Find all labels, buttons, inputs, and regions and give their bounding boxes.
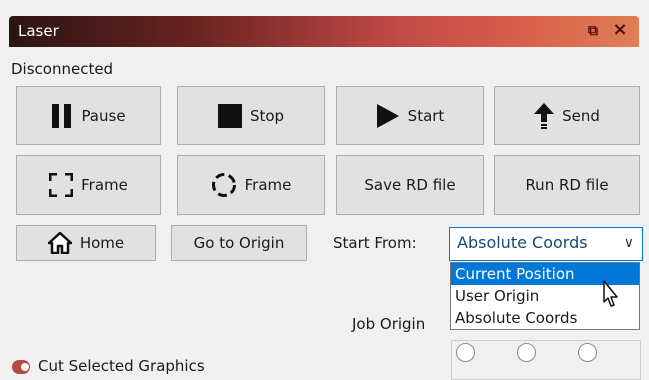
go-to-origin-button[interactable]: Go to Origin	[171, 225, 307, 261]
start-from-label: Start From:	[333, 234, 417, 252]
frame-circle-icon	[211, 173, 236, 197]
upload-arrow-icon	[534, 102, 555, 129]
send-label: Send	[562, 106, 600, 125]
home-button[interactable]: Home	[16, 225, 156, 261]
connection-status: Disconnected	[11, 60, 114, 78]
frame-circle-button[interactable]: Frame	[177, 155, 325, 215]
start-button[interactable]: Start	[336, 86, 484, 145]
panel-title: Laser	[18, 22, 59, 40]
float-window-icon[interactable]: ⧉	[585, 23, 601, 39]
mouse-pointer-icon	[603, 280, 618, 307]
start-label: Start	[407, 106, 445, 125]
panel-titlebar[interactable]: Laser ⧉ ×	[9, 16, 639, 47]
job-origin-group	[451, 340, 641, 380]
frame-circle-label: Frame	[244, 176, 292, 194]
stop-button[interactable]: Stop	[177, 86, 325, 145]
start-from-select[interactable]: Absolute Coords ∨	[449, 227, 643, 261]
run-rd-button[interactable]: Run RD file	[494, 155, 640, 215]
cut-selected-label: Cut Selected Graphics	[38, 357, 205, 375]
stop-icon	[217, 103, 242, 128]
start-from-selected-value: Absolute Coords	[457, 233, 588, 252]
save-rd-button[interactable]: Save RD file	[336, 155, 484, 215]
run-rd-label: Run RD file	[525, 176, 609, 194]
home-label: Home	[79, 234, 125, 252]
close-icon[interactable]: ×	[611, 21, 629, 39]
go-to-origin-label: Go to Origin	[193, 234, 285, 252]
cut-selected-toggle[interactable]	[12, 360, 30, 374]
stop-label: Stop	[249, 106, 285, 125]
frame-rect-label: Frame	[81, 176, 128, 194]
frame-rect-button[interactable]: Frame	[16, 155, 161, 215]
job-origin-radio-1[interactable]	[456, 343, 475, 362]
send-button[interactable]: Send	[494, 86, 640, 145]
pause-label: Pause	[81, 106, 126, 125]
job-origin-label: Job Origin	[352, 315, 426, 333]
job-origin-radio-3[interactable]	[578, 343, 597, 362]
pause-button[interactable]: Pause	[16, 86, 161, 145]
job-origin-radio-2[interactable]	[517, 343, 536, 362]
frame-rectangle-icon	[49, 173, 74, 197]
chevron-down-icon: ∨	[623, 235, 634, 251]
play-icon	[376, 103, 399, 128]
home-icon	[47, 232, 72, 254]
pause-icon	[52, 103, 72, 128]
save-rd-label: Save RD file	[364, 176, 456, 194]
